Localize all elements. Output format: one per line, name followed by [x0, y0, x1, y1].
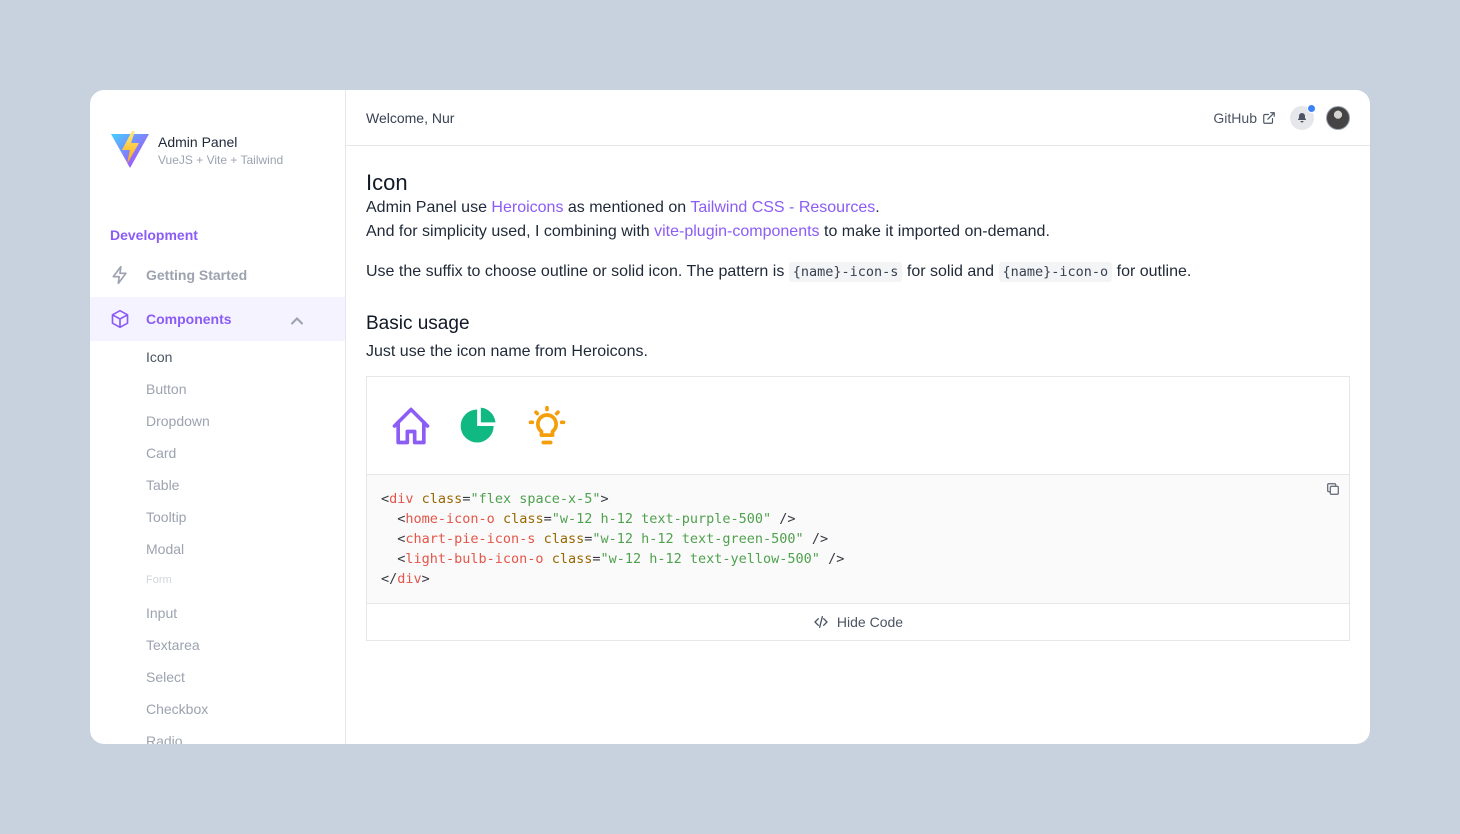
sidebar-subitem-textarea[interactable]: Textarea: [146, 635, 200, 655]
sidebar-item-components[interactable]: Components: [90, 297, 345, 341]
sidebar-item-label: Components: [146, 311, 232, 327]
copy-icon[interactable]: [1325, 481, 1341, 497]
sidebar-group-form: Form: [146, 574, 172, 586]
demo-preview: [367, 377, 1349, 474]
suffix-paragraph: Use the suffix to choose outline or soli…: [366, 262, 1192, 282]
basic-usage-paragraph: Just use the icon name from Heroicons.: [366, 343, 648, 360]
sidebar-subitem-input[interactable]: Input: [146, 603, 177, 623]
brand-title: Admin Panel: [158, 134, 238, 150]
page-title: Icon: [366, 170, 408, 195]
demo-panel: <div class="flex space-x-5"> <home-icon-…: [366, 376, 1350, 641]
notifications-button[interactable]: [1290, 103, 1316, 130]
sidebar-subitem-icon[interactable]: Icon: [146, 347, 172, 367]
light-bulb-icon: [528, 405, 566, 444]
solid-pattern-code: {name}-icon-s: [788, 262, 903, 282]
code-icon: [814, 616, 828, 628]
github-link[interactable]: GitHub: [1213, 110, 1276, 126]
topbar: Welcome, Nur GitHub: [346, 90, 1370, 146]
vite-logo-icon: [111, 131, 149, 168]
avatar[interactable]: [1326, 105, 1350, 130]
sidebar-item-label: Getting Started: [146, 267, 248, 283]
welcome-text: Welcome, Nur: [366, 109, 455, 126]
intro-paragraph-1: Admin Panel use Heroicons as mentioned o…: [366, 199, 880, 216]
tailwind-resources-link[interactable]: Tailwind CSS - Resources: [690, 199, 875, 216]
chart-pie-icon: [460, 407, 496, 442]
code-block[interactable]: <div class="flex space-x-5"> <home-icon-…: [367, 474, 1349, 604]
vite-plugin-components-link[interactable]: vite-plugin-components: [654, 223, 819, 240]
sidebar-subitem-checkbox[interactable]: Checkbox: [146, 699, 208, 719]
sidebar-subitem-card[interactable]: Card: [146, 443, 176, 463]
intro-paragraph-2: And for simplicity used, I combining wit…: [366, 223, 1050, 240]
brand-subtitle: VueJS + Vite + Tailwind: [158, 153, 284, 167]
sidebar: Admin Panel VueJS + Vite + Tailwind Deve…: [90, 90, 346, 744]
hide-code-label: Hide Code: [836, 614, 904, 630]
sidebar-section-development: Development: [110, 227, 198, 243]
app-window: Admin Panel VueJS + Vite + Tailwind Deve…: [90, 90, 1370, 744]
chevron-up-icon[interactable]: [287, 311, 307, 331]
sidebar-subitem-dropdown[interactable]: Dropdown: [146, 411, 210, 431]
cube-icon: [111, 309, 129, 329]
section-heading-basic-usage: Basic usage: [366, 313, 470, 334]
external-link-icon: [1263, 111, 1275, 124]
sidebar-subitem-table[interactable]: Table: [146, 475, 179, 495]
bell-icon: [1298, 112, 1306, 122]
sidebar-subitem-radio[interactable]: Radio: [146, 731, 183, 744]
main-area: Welcome, Nur GitHub Icon Admin Panel use…: [346, 90, 1370, 744]
outline-pattern-code: {name}-icon-o: [998, 262, 1113, 282]
github-label: GitHub: [1213, 109, 1257, 126]
sidebar-item-getting-started[interactable]: Getting Started: [90, 253, 345, 297]
sidebar-subitem-select[interactable]: Select: [146, 667, 185, 687]
brand[interactable]: Admin Panel VueJS + Vite + Tailwind: [110, 130, 283, 170]
notification-dot: [1307, 103, 1316, 113]
sidebar-subitem-button[interactable]: Button: [146, 379, 186, 399]
sidebar-subitem-modal[interactable]: Modal: [146, 539, 184, 559]
hide-code-button[interactable]: Hide Code: [367, 604, 1349, 640]
content: Icon Admin Panel use Heroicons as mentio…: [346, 170, 1370, 641]
heroicons-link[interactable]: Heroicons: [491, 199, 563, 216]
lightning-icon: [112, 265, 127, 285]
sidebar-subitem-tooltip[interactable]: Tooltip: [146, 507, 186, 527]
home-icon: [392, 407, 430, 444]
